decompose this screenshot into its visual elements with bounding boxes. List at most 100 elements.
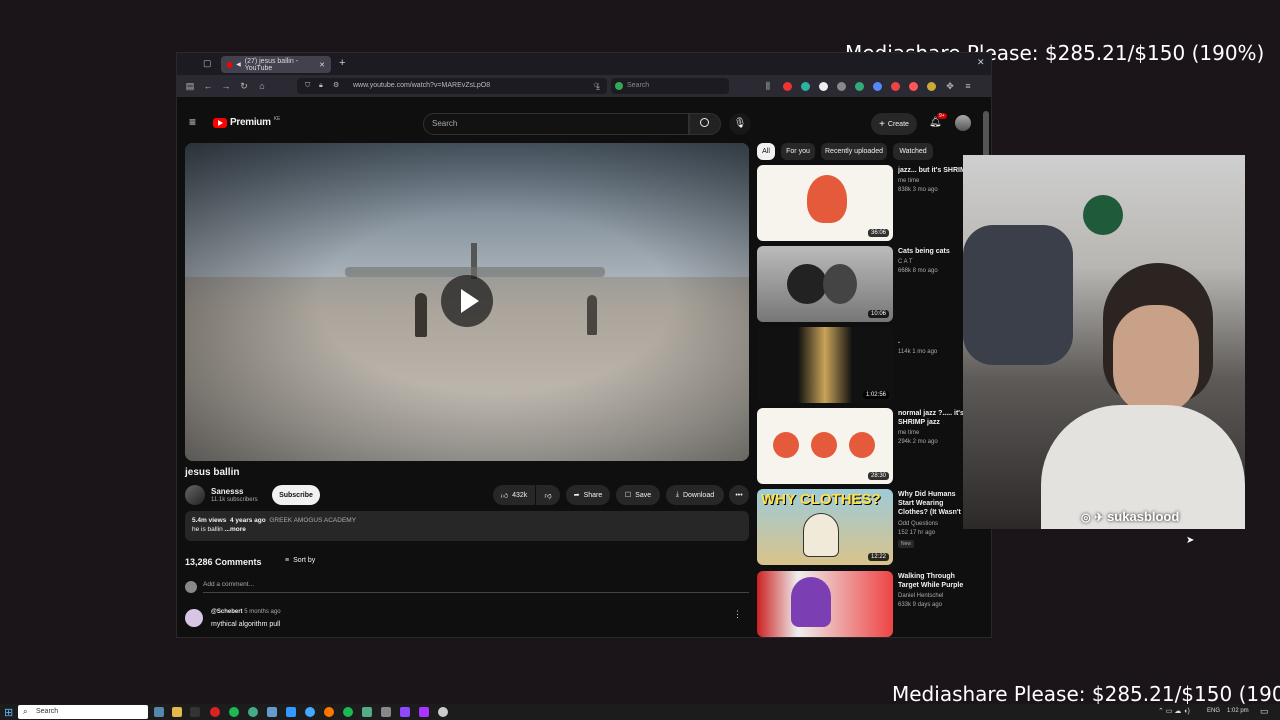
lock-icon[interactable]: 🔒︎	[319, 78, 323, 94]
app-icon[interactable]	[419, 707, 429, 717]
hamburger-menu-icon[interactable]: ≡	[189, 115, 196, 129]
browser-search-field[interactable]: Search	[611, 78, 729, 94]
tab-overview-icon[interactable]: ▢	[203, 58, 212, 69]
chip-recently-uploaded[interactable]: Recently uploaded	[821, 143, 887, 160]
window-close-icon[interactable]: ✕	[977, 57, 985, 68]
youtube-search-input[interactable]: Search	[423, 113, 689, 135]
comment-author[interactable]: @Schebert	[211, 609, 243, 615]
description-box[interactable]: 5.4m views 4 years ago GREEK AMOGUS ACAD…	[185, 511, 749, 541]
commenter-avatar[interactable]	[185, 609, 203, 627]
youtube-search-button[interactable]	[689, 113, 721, 135]
rec-channel-1[interactable]: me time	[898, 177, 972, 186]
system-tray-icons[interactable]: ⌃ ▭ ☁ ◖)	[1158, 707, 1190, 715]
app-icon[interactable]	[438, 707, 448, 717]
rec-title-2[interactable]: Cats being cats	[898, 247, 972, 256]
sort-by-button[interactable]: ≡ Sort by	[285, 557, 315, 564]
chip-watched[interactable]: Watched	[893, 143, 933, 160]
play-button[interactable]	[441, 275, 493, 327]
video-player[interactable]	[185, 143, 749, 461]
rec-thumbnail-4[interactable]: 28:30	[757, 408, 893, 484]
rec-thumbnail-3[interactable]: 1:02:56	[757, 327, 893, 403]
app-icon[interactable]	[190, 707, 200, 717]
channel-avatar[interactable]	[185, 485, 205, 505]
rec-thumbnail-1[interactable]: 36:06	[757, 165, 893, 241]
language-indicator[interactable]: ENG	[1207, 708, 1220, 714]
page-scrollbar[interactable]	[983, 111, 989, 157]
menu-icon[interactable]: ≡	[963, 81, 973, 91]
reload-icon[interactable]: ↻	[239, 81, 249, 91]
rec-channel-4[interactable]: me time	[898, 429, 972, 438]
chip-for-you[interactable]: For you	[781, 143, 815, 160]
speaker-icon[interactable]: ◀	[236, 61, 241, 68]
close-tab-icon[interactable]: ✕	[319, 61, 325, 69]
rec-channel-2[interactable]: C A T	[898, 258, 972, 267]
extension-icon[interactable]	[927, 82, 936, 91]
downloads-icon[interactable]: ⤓	[593, 81, 603, 91]
spotify-icon[interactable]	[229, 707, 239, 717]
app-icon[interactable]	[400, 707, 410, 717]
share-button[interactable]: ➦ Share	[566, 485, 610, 505]
extension-icon[interactable]	[783, 82, 792, 91]
rec-title-5[interactable]: Why Did Humans Start Wearing Clothes? (I…	[898, 490, 972, 517]
app-icon[interactable]	[210, 707, 220, 717]
firefox-icon[interactable]	[324, 707, 334, 717]
rec-thumbnail-2[interactable]: 10:06	[757, 246, 893, 322]
extension-icon[interactable]	[819, 82, 828, 91]
comment-menu-icon[interactable]: ⋮	[733, 609, 742, 620]
app-icon[interactable]	[286, 707, 296, 717]
notifications-icon[interactable]: ▭	[1260, 706, 1269, 717]
rec-title-1[interactable]: jazz... but it's SHRIMP	[898, 166, 972, 175]
subscribe-button[interactable]: Subscribe	[272, 485, 320, 505]
extension-icon[interactable]	[801, 82, 810, 91]
rec-title-4[interactable]: normal jazz ?..... it's SHRIMP jazz	[898, 409, 972, 427]
hashtag-link[interactable]: GREEK AMOGUS ACADEMY	[269, 517, 356, 524]
extension-icon[interactable]	[909, 82, 918, 91]
app-icon[interactable]	[267, 707, 277, 717]
app-icon[interactable]	[381, 707, 391, 717]
windows-start-icon[interactable]: ⊞	[4, 706, 13, 719]
download-button[interactable]: ⤓ Download	[666, 485, 724, 505]
view-count: 5.4m views	[192, 517, 227, 524]
clock[interactable]: 1:02 pm	[1227, 708, 1249, 714]
extension-icon[interactable]	[891, 82, 900, 91]
voice-search-icon[interactable]: 🎙︎	[729, 113, 751, 135]
task-view-icon[interactable]	[154, 707, 164, 717]
youtube-logo[interactable]: Premium KE	[213, 116, 280, 128]
rec-thumbnail-6[interactable]	[757, 571, 893, 637]
shield-icon[interactable]: ⛉	[305, 78, 310, 94]
app-icon[interactable]	[343, 707, 353, 717]
library-icon[interactable]: ⫼	[763, 81, 773, 91]
app-icon[interactable]	[248, 707, 258, 717]
home-icon[interactable]: ⌂	[257, 81, 267, 91]
avatar[interactable]	[955, 115, 971, 131]
create-button[interactable]: + Create	[871, 113, 917, 135]
file-explorer-icon[interactable]	[172, 707, 182, 717]
sidebar-toggle-icon[interactable]: ▤	[185, 81, 195, 91]
chip-all[interactable]: All	[757, 143, 775, 160]
extension-icon[interactable]	[873, 82, 882, 91]
more-actions-icon[interactable]: •••	[729, 485, 749, 505]
extension-icon[interactable]	[855, 82, 864, 91]
save-button[interactable]: ☐ Save	[616, 485, 660, 505]
dislike-button[interactable]: 👎︎	[536, 485, 560, 505]
taskbar-search[interactable]: ⌕ Search	[18, 705, 148, 719]
new-tab-icon[interactable]: +	[339, 57, 345, 69]
app-icon[interactable]	[305, 707, 315, 717]
permissions-icon[interactable]: ⚙	[333, 78, 339, 94]
app-icon[interactable]	[362, 707, 372, 717]
more-link[interactable]: ...more	[225, 526, 246, 533]
url-field[interactable]: ⛉ 🔒︎ ⚙ www.youtube.com/watch?v=MAREvZsLp…	[297, 78, 607, 94]
rec-title-3[interactable]: .	[898, 337, 972, 346]
like-button[interactable]: 👍︎ 432k	[493, 485, 535, 505]
extensions-puzzle-icon[interactable]: ✥	[945, 81, 955, 91]
rec-title-6[interactable]: Walking Through Target While Purple	[898, 572, 972, 590]
rec-channel-6[interactable]: Daniel Hentschel	[898, 592, 972, 601]
rec-thumbnail-5[interactable]: WHY CLOTHES? 12:22	[757, 489, 893, 565]
extension-icon[interactable]	[837, 82, 846, 91]
forward-icon[interactable]: →	[221, 81, 231, 91]
back-icon[interactable]: ←	[203, 81, 213, 91]
channel-name[interactable]: Sanesss	[211, 487, 243, 496]
active-tab[interactable]: ◀ (27) jesus ballin - YouTube ✕	[221, 56, 331, 73]
rec-channel-5[interactable]: Odd Questions	[898, 520, 972, 529]
add-comment-input[interactable]: Add a comment...	[203, 581, 749, 593]
